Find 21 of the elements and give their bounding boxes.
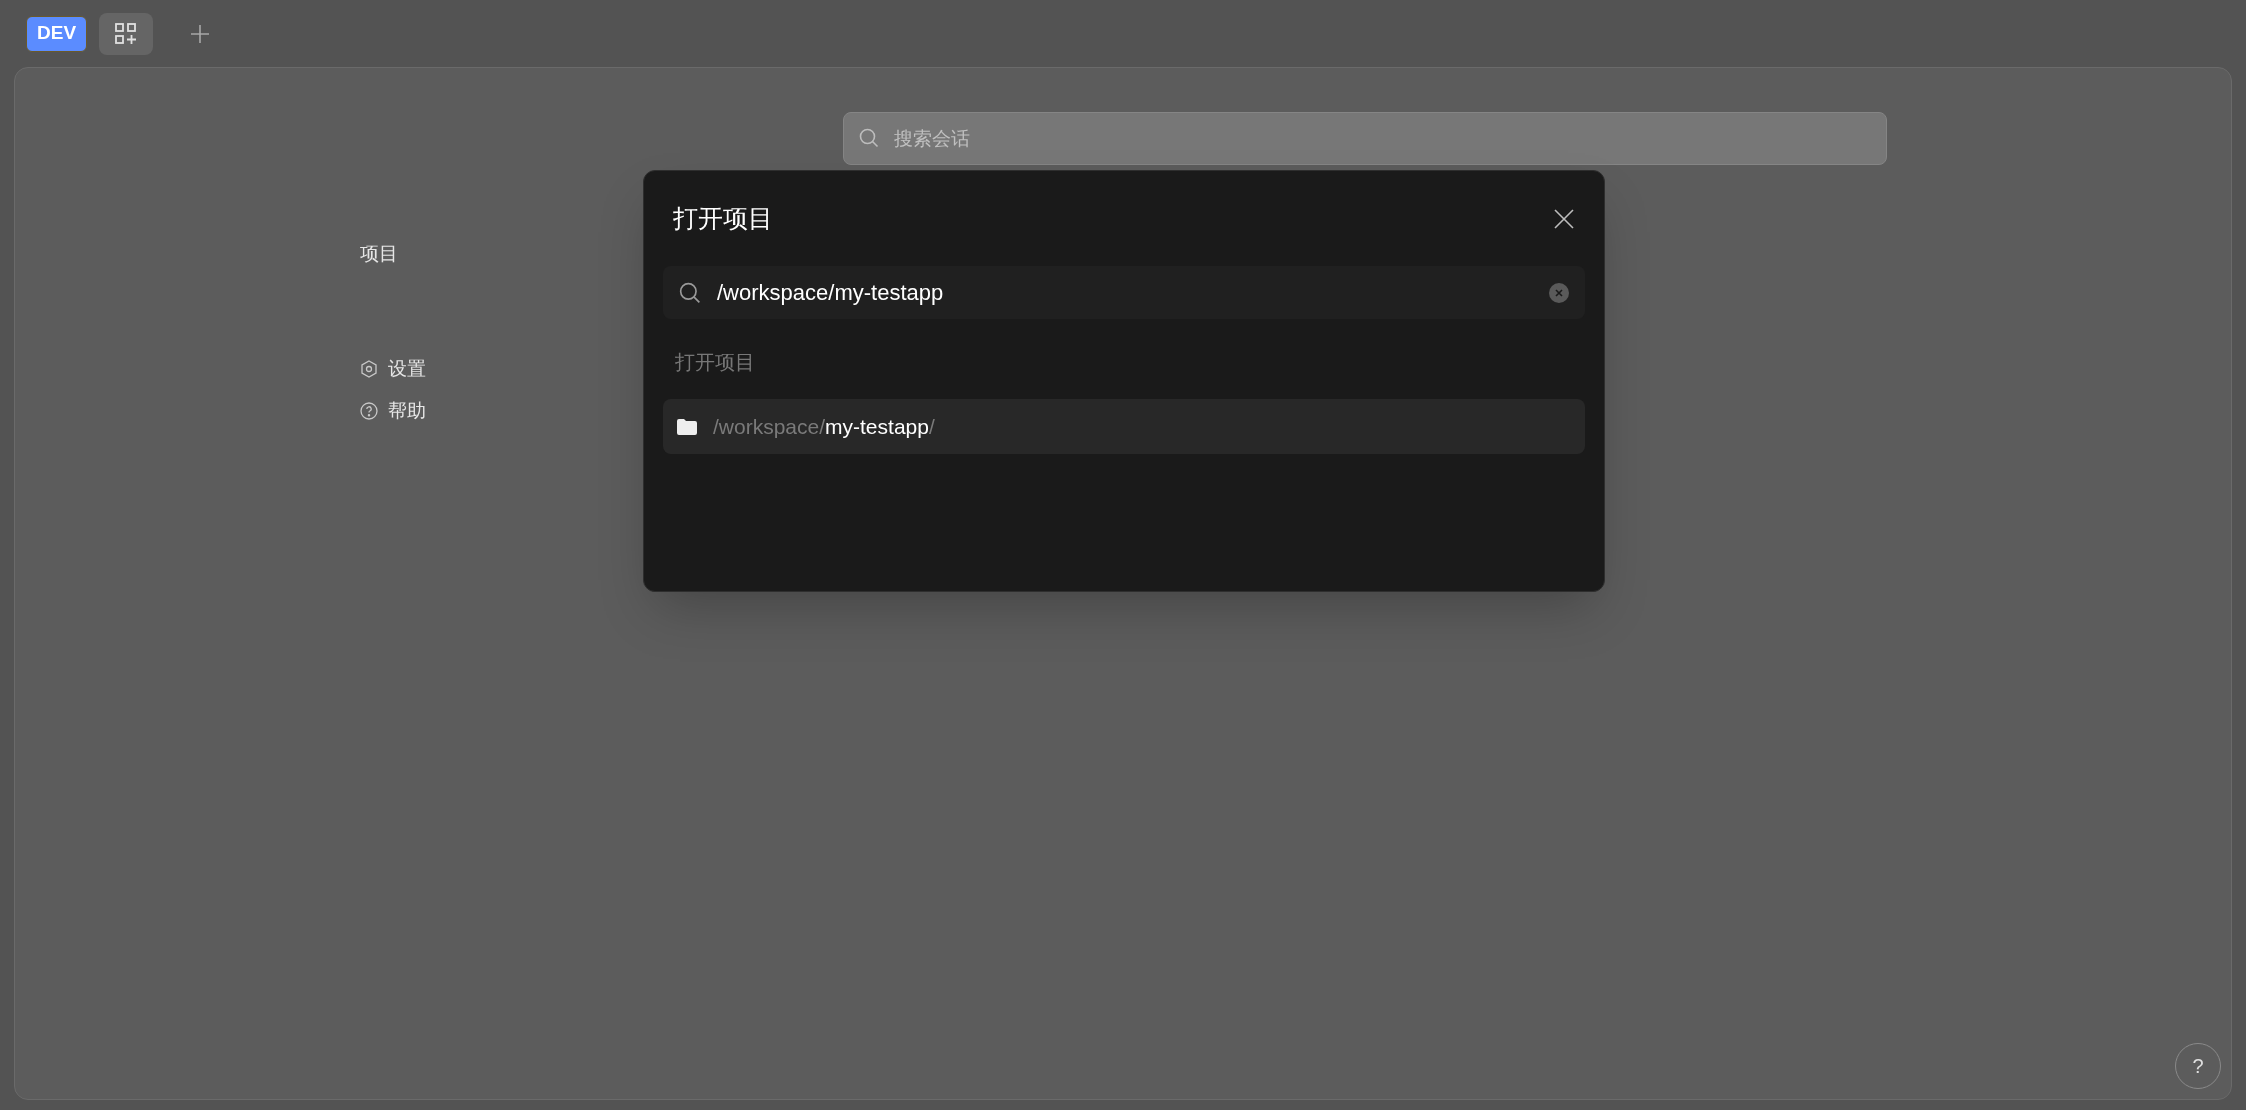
close-button[interactable]: [1553, 207, 1575, 230]
search-icon: [859, 128, 879, 148]
layout-button[interactable]: [99, 12, 154, 55]
grid-add-icon: [115, 22, 138, 45]
session-search-field[interactable]: 搜索会话: [843, 112, 1887, 165]
plus-icon: [191, 24, 210, 43]
help-icon: [360, 402, 378, 421]
project-result-row[interactable]: /workspace/my-testapp/: [663, 399, 1585, 454]
dialog-title: 打开项目: [673, 202, 773, 234]
section-label: 打开项目: [675, 350, 756, 375]
settings-icon: [360, 359, 378, 378]
project-path: /workspace/my-testapp/: [713, 413, 935, 440]
sidebar-item[interactable]: 帮助: [388, 397, 426, 426]
section-label: 项目: [360, 242, 399, 266]
sidebar-item[interactable]: 设置: [388, 354, 426, 383]
environment-badge: DEV: [26, 15, 88, 52]
search-icon: [679, 282, 701, 304]
clear-icon[interactable]: [1549, 283, 1569, 303]
close-icon: [1554, 208, 1574, 229]
project-search-field[interactable]: /workspace/my-testapp: [663, 266, 1585, 319]
folder-icon: [677, 418, 697, 435]
